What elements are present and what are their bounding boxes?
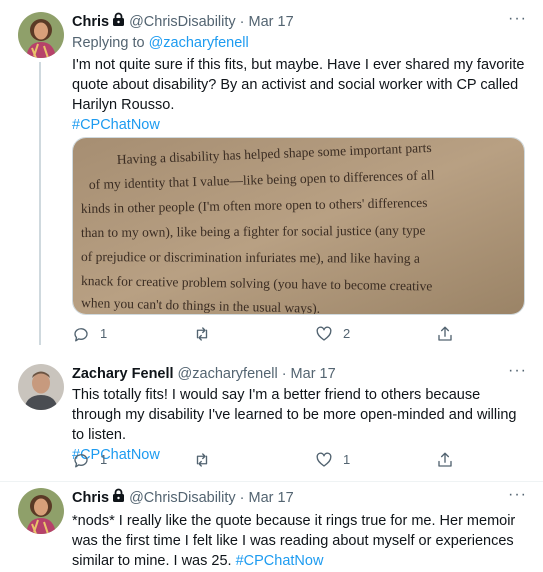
reply-count: 1 — [100, 326, 108, 341]
retweet-icon — [196, 453, 208, 467]
reply-count: 1 — [100, 452, 108, 467]
like-count: 2 — [343, 326, 351, 341]
author-name[interactable]: Zachary Fenell — [72, 364, 174, 384]
like-icon — [316, 326, 332, 341]
share-icon — [438, 452, 452, 467]
more-icon[interactable]: ··· — [508, 487, 527, 503]
replying-to-label: Replying to — [72, 35, 145, 51]
tweet-date[interactable]: Mar 17 — [249, 12, 294, 32]
tweet-1[interactable]: Chris @ChrisDisability · Mar 17 ··· Repl… — [0, 0, 543, 345]
avatar-chris[interactable] — [18, 488, 64, 534]
like-button[interactable]: 1 — [315, 450, 350, 470]
action-bar: 1 2 — [72, 324, 462, 344]
reply-icon — [74, 454, 88, 468]
tweet-date[interactable]: Mar 17 — [249, 488, 294, 508]
retweet-icon — [196, 327, 208, 341]
quote-line-5: of prejudice or discrimination infuriate… — [81, 249, 420, 266]
share-button[interactable] — [436, 450, 454, 470]
hashtag-link[interactable]: #CPChatNow — [72, 115, 527, 135]
more-icon[interactable]: ··· — [508, 11, 527, 27]
tweet-header: Zachary Fenell @zacharyfenell · Mar 17 — [72, 364, 527, 384]
separator-dot: · — [239, 490, 245, 506]
tweet-text: *nods* I really like the quote because i… — [72, 511, 527, 571]
avatar-zachary[interactable] — [18, 364, 64, 410]
lock-icon — [112, 12, 125, 32]
reply-button[interactable]: 1 — [72, 324, 107, 344]
lock-icon — [112, 488, 125, 508]
separator-dot: · — [239, 14, 245, 30]
tweet-header: Chris @ChrisDisability · Mar 17 — [72, 12, 527, 32]
tweet-3[interactable]: Chris @ChrisDisability · Mar 17 ··· *nod… — [0, 482, 543, 572]
author-name[interactable]: Chris — [72, 12, 109, 32]
tweet-text: I'm not quite sure if this fits, but may… — [72, 57, 525, 113]
tweet-text: This totally fits! I would say I'm a bet… — [72, 387, 517, 443]
separator-dot: · — [281, 366, 287, 382]
like-count: 1 — [343, 452, 351, 467]
book-quote-image: Having a disability has helped shape som… — [73, 138, 524, 314]
tweet-photo[interactable]: Having a disability has helped shape som… — [72, 137, 525, 315]
like-button[interactable]: 2 — [315, 324, 350, 344]
tweet-date[interactable]: Mar 17 — [291, 364, 336, 384]
like-icon — [316, 452, 332, 467]
tweet-header: Chris @ChrisDisability · Mar 17 — [72, 488, 527, 508]
retweet-button[interactable] — [193, 450, 211, 470]
author-handle[interactable]: @ChrisDisability — [129, 488, 236, 508]
replying-to: Replying to @zacharyfenell — [72, 33, 527, 53]
hashtag-link[interactable]: #CPChatNow — [236, 553, 324, 569]
thread-line — [39, 62, 41, 345]
more-icon[interactable]: ··· — [508, 363, 527, 379]
retweet-button[interactable] — [193, 324, 211, 344]
author-handle[interactable]: @ChrisDisability — [129, 12, 236, 32]
quote-line-4: than to my own), like being a fighter fo… — [81, 223, 426, 240]
author-handle[interactable]: @zacharyfenell — [178, 364, 278, 384]
reply-to-handle[interactable]: @zacharyfenell — [149, 35, 249, 51]
share-button[interactable] — [436, 324, 454, 344]
share-icon — [438, 326, 452, 341]
action-bar: 1 1 — [72, 450, 462, 470]
author-name[interactable]: Chris — [72, 488, 109, 508]
tweet-2[interactable]: Zachary Fenell @zacharyfenell · Mar 17 ·… — [0, 352, 543, 482]
reply-icon — [74, 328, 88, 342]
reply-button[interactable]: 1 — [72, 450, 107, 470]
avatar-chris[interactable] — [18, 12, 64, 58]
